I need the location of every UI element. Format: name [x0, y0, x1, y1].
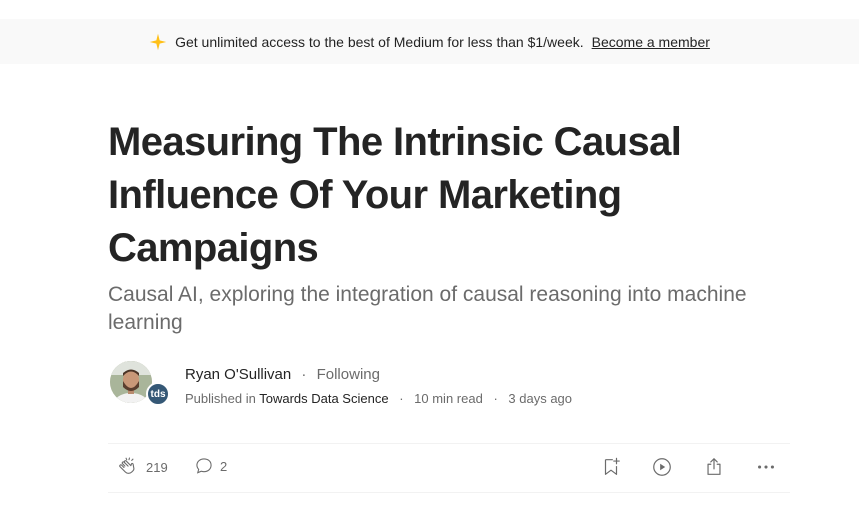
author-line: Ryan O'Sullivan · Following — [185, 366, 380, 383]
article-title: Measuring The Intrinsic Causal Influence… — [108, 120, 682, 270]
responses-button[interactable]: 2 — [194, 456, 227, 476]
clap-icon — [118, 456, 140, 478]
more-options-button[interactable] — [755, 456, 777, 478]
membership-banner: Get unlimited access to the best of Medi… — [0, 19, 859, 64]
sparkle-icon — [149, 33, 167, 51]
published-in-label: Published in — [185, 391, 256, 406]
article-subtitle: Causal AI, exploring the integration of … — [108, 283, 747, 334]
read-time: 10 min read — [414, 391, 483, 406]
separator-dot: · — [301, 366, 307, 383]
bookmark-add-icon — [600, 456, 622, 478]
following-button[interactable]: Following — [317, 366, 380, 383]
author-name[interactable]: Ryan O'Sullivan — [185, 366, 291, 383]
publication-meta: Published in Towards Data Science · 10 m… — [185, 391, 572, 406]
become-member-link[interactable]: Become a member — [592, 34, 710, 50]
banner-message: Get unlimited access to the best of Medi… — [175, 33, 584, 50]
publication-badge[interactable]: tds — [146, 382, 170, 406]
save-button[interactable] — [600, 456, 622, 478]
response-count: 2 — [220, 458, 228, 474]
clap-count: 219 — [146, 459, 168, 475]
publication-link[interactable]: Towards Data Science — [259, 391, 388, 406]
separator-dot: · — [493, 391, 498, 406]
listen-button[interactable] — [651, 456, 673, 478]
action-bar: 219 2 — [108, 443, 790, 493]
clap-button[interactable]: 219 — [118, 456, 168, 478]
more-icon — [755, 456, 777, 478]
publish-date: 3 days ago — [508, 391, 573, 406]
comment-icon — [194, 456, 214, 476]
author-row: tds Ryan O'Sullivan · Following Publishe… — [110, 361, 630, 407]
separator-dot: · — [399, 391, 404, 406]
share-button[interactable] — [703, 456, 725, 478]
share-icon — [703, 456, 725, 478]
play-icon — [651, 456, 673, 478]
